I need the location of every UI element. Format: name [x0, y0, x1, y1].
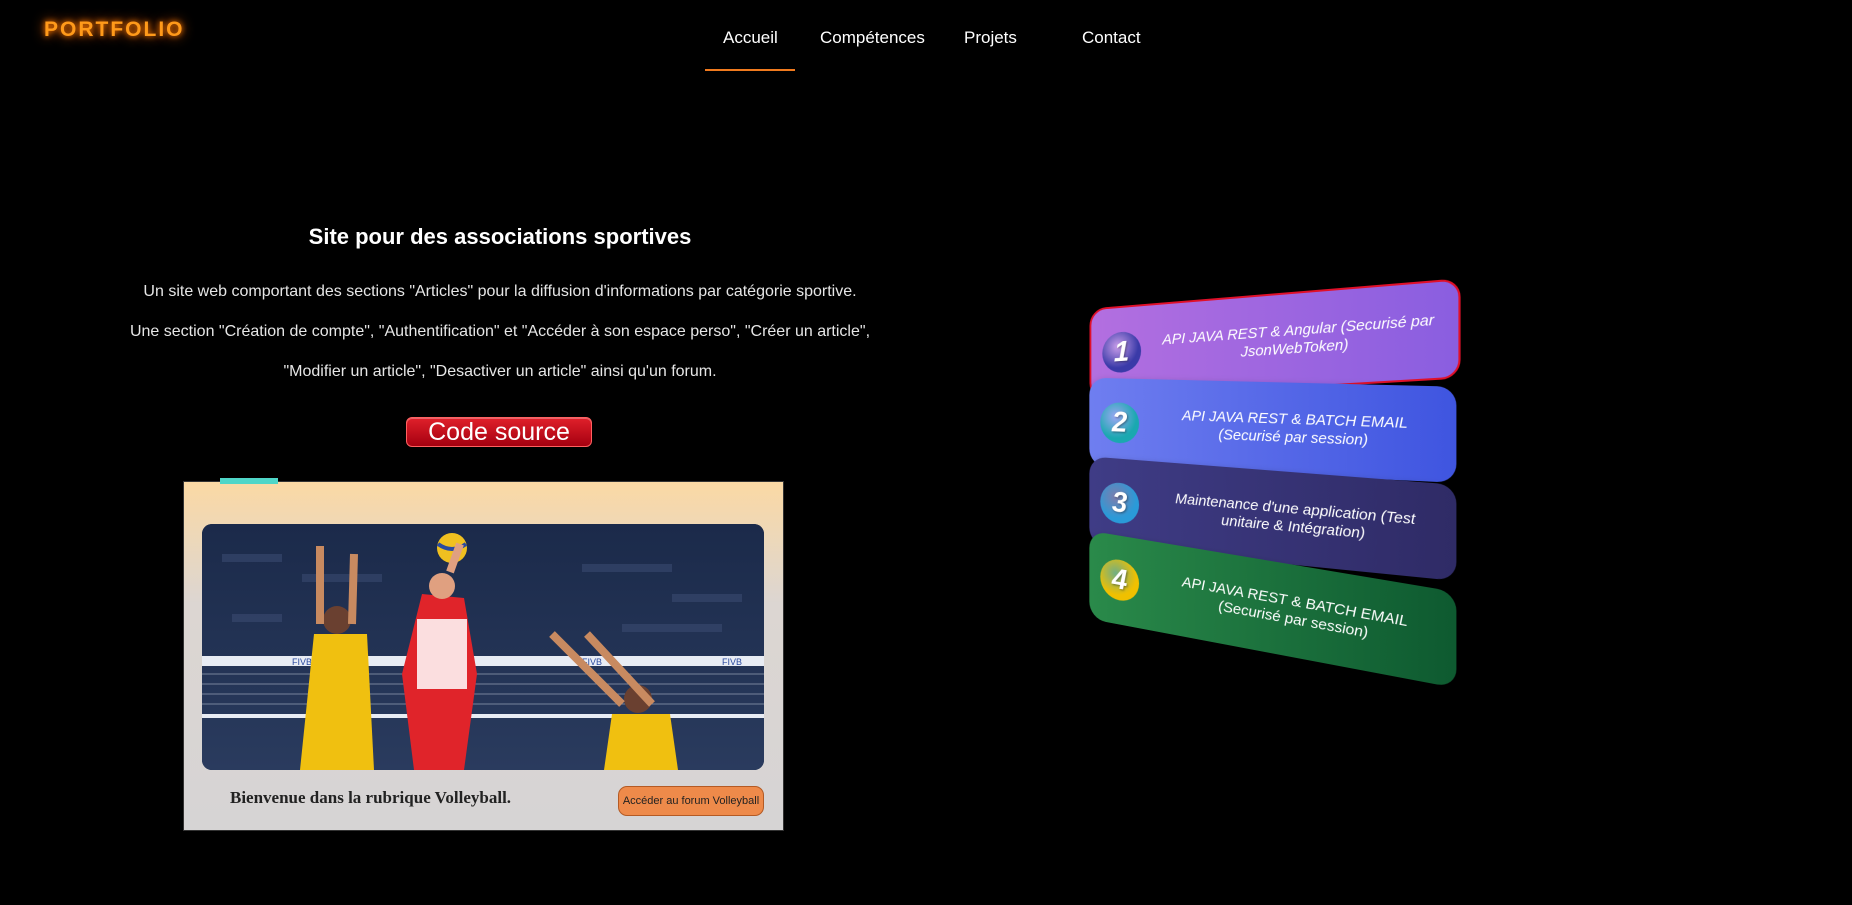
badge-number-4: 4	[1100, 556, 1140, 604]
preview-tab-indicator	[220, 478, 278, 484]
forum-button[interactable]: Accéder au forum Volleyball	[618, 786, 764, 816]
project-preview: FIVB FIVB FIVB FIVB Bienvenue dans	[183, 481, 784, 831]
nav-accueil[interactable]: Accueil	[723, 28, 778, 48]
project-description-line-2: Une section "Création de compte", "Authe…	[129, 323, 871, 340]
card-1-text: API JAVA REST & Angular (Securisé par Js…	[1162, 311, 1435, 361]
svg-text:FIVB: FIVB	[292, 657, 312, 667]
project-description-line-3: "Modifier un article", "Desactiver un ar…	[283, 363, 717, 380]
project-title: Site pour des associations sportives	[308, 224, 692, 249]
project-description-line-1: Un site web comportant des sections "Art…	[143, 283, 857, 300]
card-4-text: API JAVA REST & BATCH EMAIL (Securisé pa…	[1181, 573, 1408, 642]
project-cards: 1 API JAVA REST & Angular (Securisé par …	[1070, 278, 1490, 720]
active-nav-underline	[705, 69, 795, 71]
nav-contact[interactable]: Contact	[1082, 28, 1141, 48]
code-source-button[interactable]: Code source	[406, 417, 592, 447]
card-2-text: API JAVA REST & BATCH EMAIL (Securisé pa…	[1181, 407, 1408, 450]
nav-projets[interactable]: Projets	[964, 28, 1017, 48]
badge-number-2: 2	[1100, 402, 1140, 444]
card-3-text: Maintenance d'une application (Test unit…	[1175, 490, 1416, 543]
volleyball-photo: FIVB FIVB FIVB FIVB	[202, 524, 764, 770]
welcome-text: Bienvenue dans la rubrique Volleyball.	[230, 788, 512, 807]
portfolio-logo[interactable]: PORTFOLIO	[44, 18, 185, 42]
svg-text:FIVB: FIVB	[722, 657, 742, 667]
badge-number-3: 3	[1100, 481, 1140, 526]
badge-number-1: 1	[1102, 330, 1142, 374]
nav-competences[interactable]: Compétences	[820, 28, 925, 48]
